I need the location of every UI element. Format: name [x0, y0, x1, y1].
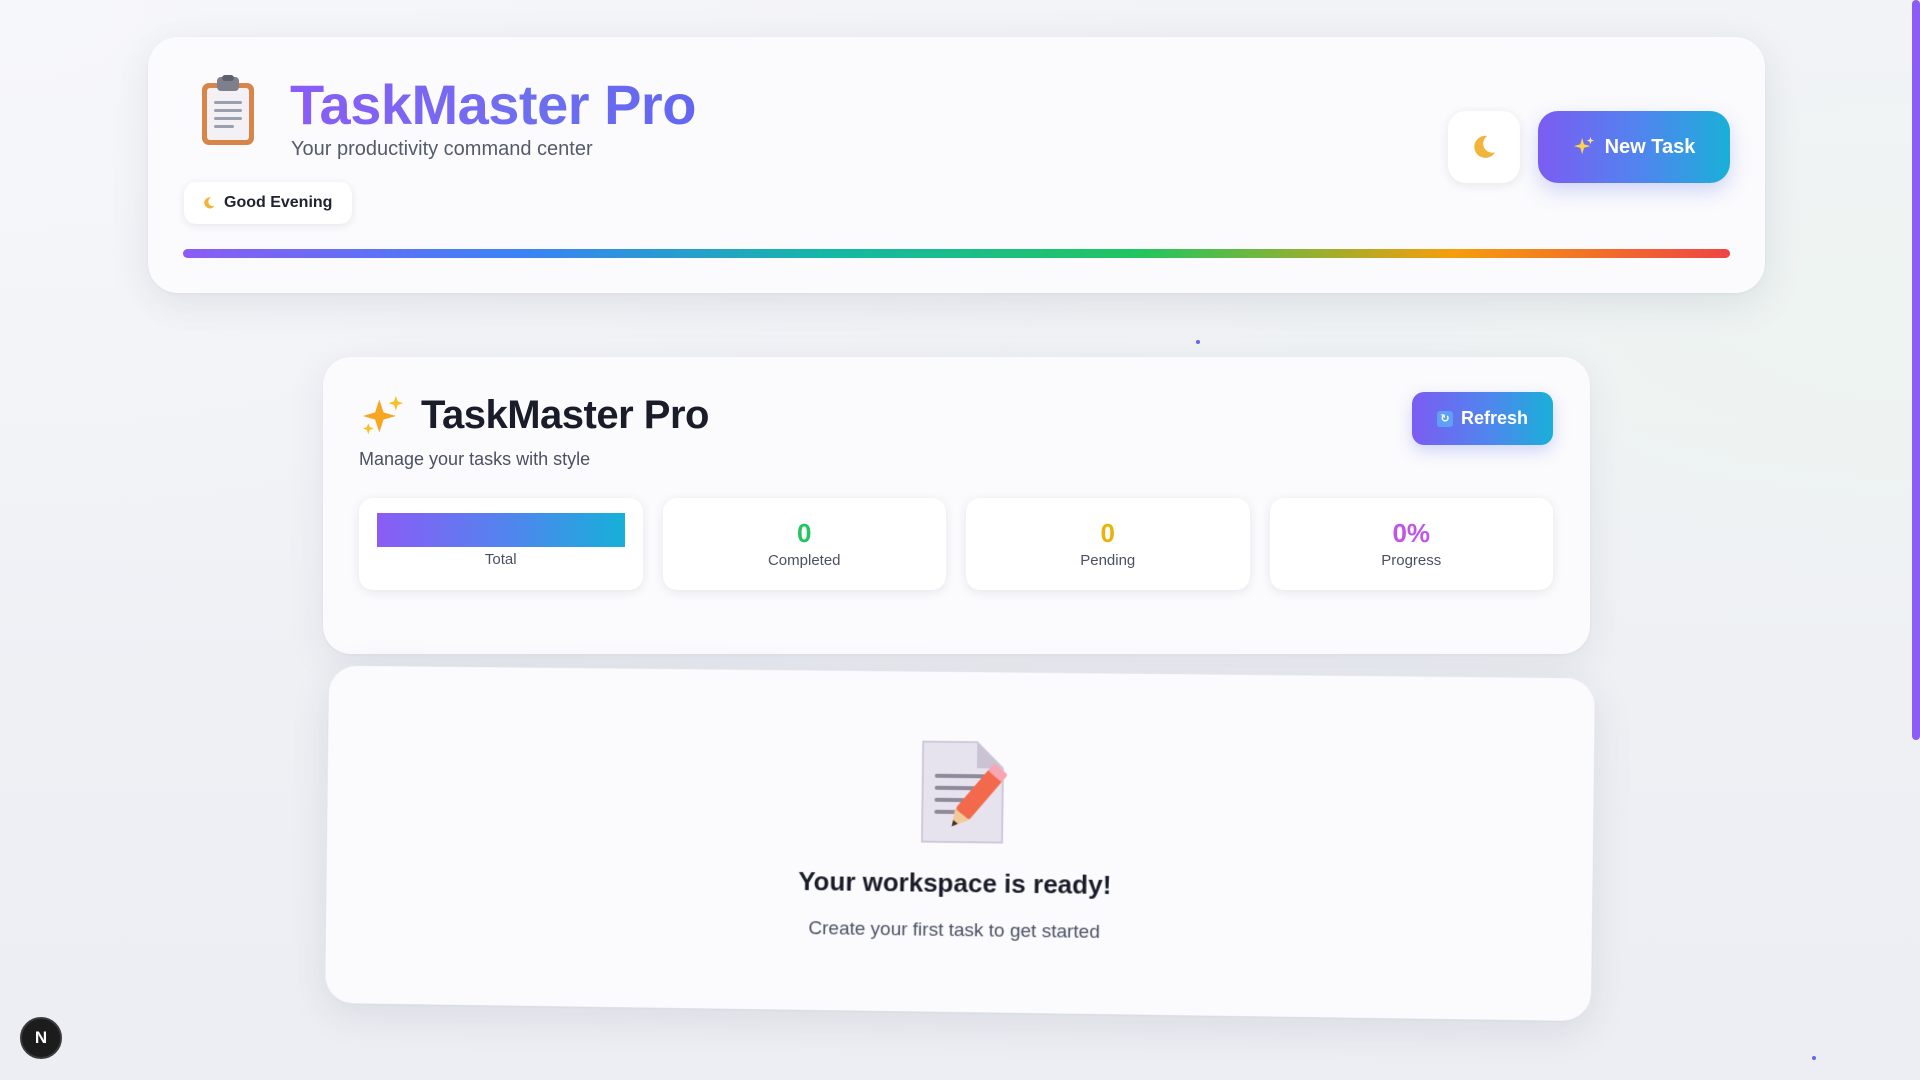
stat-card-completed: 0 Completed [662, 498, 946, 590]
stat-label-total: Total [484, 550, 517, 568]
stat-value-pending: 0 [1100, 518, 1115, 549]
sparkles-icon [1573, 136, 1594, 155]
stat-card-pending: 0 Pending [966, 498, 1250, 590]
new-task-button[interactable]: New Task [1538, 111, 1730, 183]
stat-value-progress: 0% [1392, 518, 1431, 549]
new-task-label: New Task [1604, 135, 1696, 158]
dashboard-title: TaskMaster Pro [421, 393, 709, 437]
sparkles-icon [362, 395, 404, 434]
refresh-icon: ↻ [1436, 410, 1453, 427]
header-card: TaskMaster Pro Your productivity command… [148, 37, 1765, 293]
refresh-label: Refresh [1460, 408, 1529, 428]
stats-row: Total 0 Completed 0 Pending 0% Progress [359, 498, 1553, 590]
greeting-text: Good Evening [224, 194, 333, 211]
decorative-dot [1196, 340, 1200, 344]
clipboard-icon [202, 75, 254, 145]
stat-label-pending: Pending [1080, 551, 1136, 569]
memo-icon [921, 740, 1007, 844]
stat-label-progress: Progress [1381, 551, 1442, 569]
task-dashboard-card: TaskMaster Pro Manage your tasks with st… [323, 357, 1590, 654]
dashboard-subtitle: Manage your tasks with style [359, 449, 591, 469]
stat-label-completed: Completed [767, 551, 841, 569]
total-gradient-bar [376, 512, 625, 547]
moon-icon [1474, 135, 1496, 158]
moon-icon [204, 197, 215, 209]
stat-card-total: Total [359, 498, 643, 590]
stat-value-completed: 0 [797, 518, 812, 549]
scrollbar-thumb[interactable] [1912, 0, 1920, 740]
decorative-dot [1812, 1056, 1816, 1060]
empty-state-text: Create your first task to get started [808, 918, 1101, 943]
stat-card-progress: 0% Progress [1269, 498, 1553, 590]
app-title: TaskMaster Pro [290, 71, 696, 138]
app-subtitle: Your productivity command center [291, 138, 593, 160]
app-page: TaskMaster Pro Your productivity command… [0, 0, 1920, 1080]
dashboard-title-row: TaskMaster Pro [361, 393, 709, 438]
theme-toggle-button[interactable] [1448, 111, 1520, 183]
empty-state-card: Your workspace is ready! Create your fir… [325, 665, 1595, 1022]
empty-state-title: Your workspace is ready! [798, 866, 1112, 901]
greeting-badge: Good Evening [184, 182, 353, 224]
dev-tools-badge[interactable]: N [20, 1017, 62, 1059]
refresh-button[interactable]: ↻ Refresh [1412, 392, 1553, 445]
rainbow-divider [183, 249, 1730, 258]
